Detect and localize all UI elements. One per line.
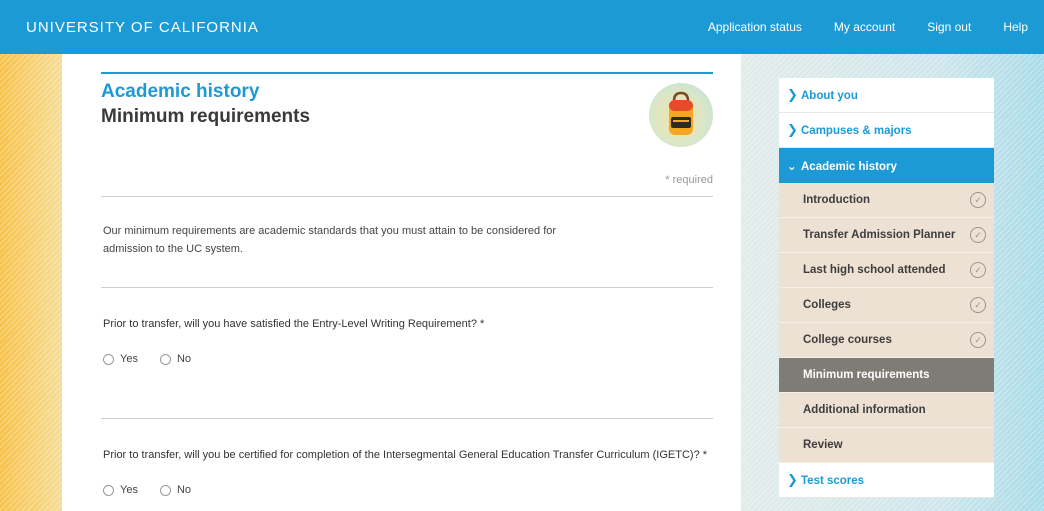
main-panel: Academic history Minimum requirements * … [62, 54, 741, 511]
question-igetc: Prior to transfer, will you be certified… [103, 449, 708, 461]
radio-yes-elwr[interactable] [103, 353, 114, 365]
sidebar-item-label: Review [803, 439, 843, 451]
sidebar-item-label: Colleges [803, 299, 851, 311]
nav-sign-out[interactable]: Sign out [927, 20, 971, 34]
nav-my-account[interactable]: My account [834, 20, 895, 34]
sidebar-item-academic-history[interactable]: ⌄ Academic history [779, 148, 994, 183]
radio-label-yes[interactable]: Yes [120, 353, 138, 365]
check-circle-icon: ✓ [970, 192, 986, 208]
radio-group-igetc: Yes No [103, 484, 213, 496]
radio-yes-igetc[interactable] [103, 484, 114, 496]
brand-name[interactable]: UNIVERSITY OF CALIFORNIA [26, 19, 259, 36]
sidebar-item-label: Additional information [803, 404, 926, 416]
chevron-down-icon: ⌄ [787, 160, 797, 173]
backpack-icon [649, 83, 713, 147]
sidebar-item-label: Last high school attended [803, 264, 946, 276]
intro-text: Our minimum requirements are academic st… [103, 225, 557, 255]
chevron-right-icon: ❯ [787, 87, 798, 102]
page-title: Minimum requirements [101, 106, 311, 127]
sidebar-subitem-last-high-school[interactable]: Last high school attended ✓ [779, 253, 994, 288]
question-elwr: Prior to transfer, will you have satisfi… [103, 318, 485, 330]
divider [101, 287, 713, 288]
header-divider [101, 72, 713, 74]
radio-no-elwr[interactable] [159, 353, 171, 365]
check-circle-icon: ✓ [970, 262, 986, 278]
sidebar-subitem-minimum-requirements[interactable]: Minimum requirements [779, 358, 994, 393]
sidebar-subitem-colleges[interactable]: Colleges ✓ [779, 288, 994, 323]
chevron-right-icon: ❯ [787, 472, 798, 487]
divider [101, 418, 713, 419]
check-circle-icon: ✓ [970, 332, 986, 348]
sidebar-subitem-review[interactable]: Review [779, 428, 994, 463]
sidebar-item-label: Test scores [801, 475, 865, 487]
nav-application-status[interactable]: Application status [708, 20, 802, 34]
top-bar: UNIVERSITY OF CALIFORNIA Application sta… [0, 0, 1044, 54]
radio-label-no[interactable]: No [177, 353, 191, 365]
divider [101, 196, 713, 197]
sidebar-item-label: Introduction [803, 194, 871, 206]
sidebar-subitem-introduction[interactable]: Introduction ✓ [779, 183, 994, 218]
sidebar-item-about-you[interactable]: ❯ About you [779, 78, 994, 113]
sidebar-item-campuses-majors[interactable]: ❯ Campuses & majors [779, 113, 994, 148]
radio-no-igetc[interactable] [159, 484, 171, 496]
chevron-right-icon: ❯ [787, 122, 798, 137]
required-note: * required [665, 174, 713, 186]
section-title: Academic history [101, 81, 260, 102]
sidebar-item-test-scores[interactable]: ❯ Test scores [779, 463, 994, 498]
radio-label-no[interactable]: No [177, 484, 191, 496]
check-circle-icon: ✓ [970, 297, 986, 313]
radio-label-yes[interactable]: Yes [120, 484, 138, 496]
check-circle-icon: ✓ [970, 227, 986, 243]
sidebar-subitem-transfer-admission-planner[interactable]: Transfer Admission Planner ✓ [779, 218, 994, 253]
top-nav: Application status My account Sign out H… [708, 20, 1028, 34]
sidebar-subitem-additional-information[interactable]: Additional information [779, 393, 994, 428]
sidebar-subitem-college-courses[interactable]: College courses ✓ [779, 323, 994, 358]
sidebar-nav: ❯ About you ❯ Campuses & majors ⌄ Academic … [779, 78, 994, 498]
sidebar-item-label: About you [801, 90, 858, 102]
sidebar-item-label: Minimum requirements [803, 369, 930, 381]
sidebar-item-label: Transfer Admission Planner [803, 229, 956, 241]
radio-group-elwr: Yes No [103, 353, 213, 365]
nav-help[interactable]: Help [1003, 20, 1028, 34]
sidebar-item-label: Campuses & majors [801, 125, 912, 137]
sidebar-item-label: Academic history [801, 160, 897, 173]
sidebar-item-label: College courses [803, 334, 892, 346]
